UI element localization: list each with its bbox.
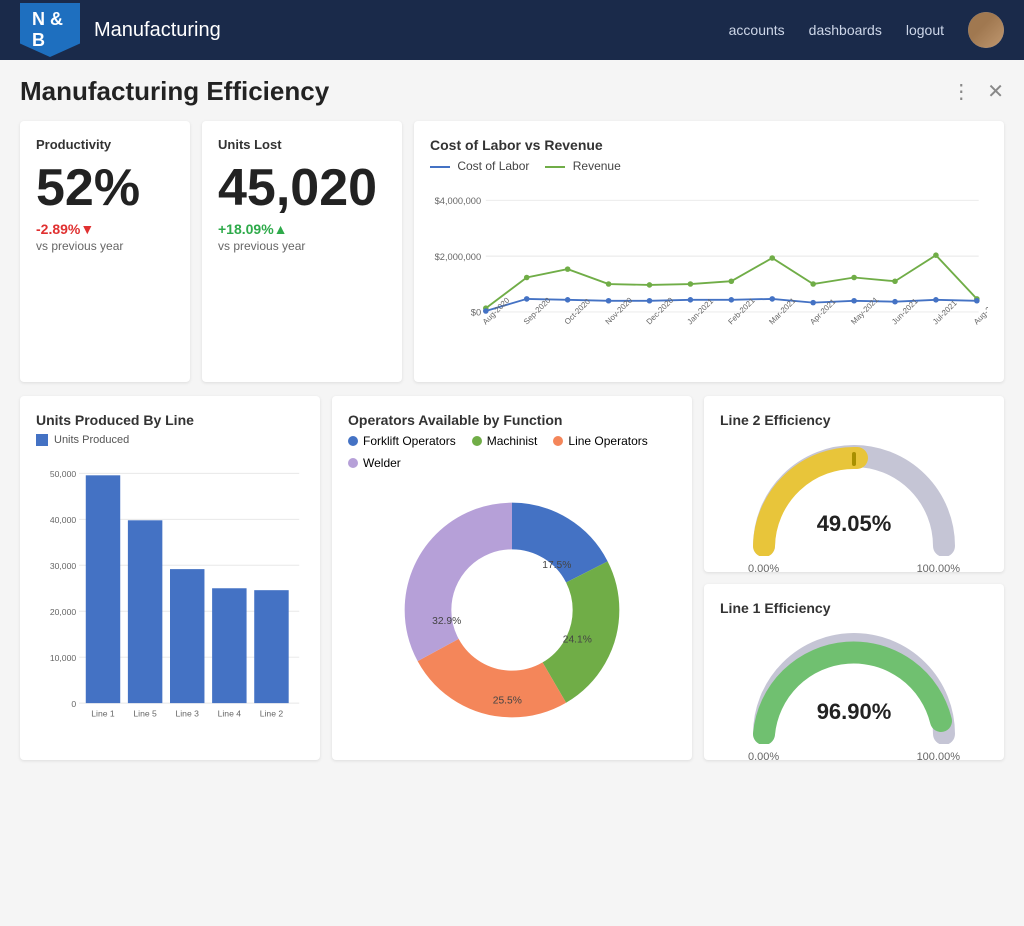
page-actions: ⋮ ✕ [951,79,1004,104]
donut-chart-card: Operators Available by Function Forklift… [332,396,692,760]
svg-text:Line 4: Line 4 [218,709,242,719]
more-icon[interactable]: ⋮ [951,79,971,104]
nav-accounts[interactable]: accounts [729,22,785,38]
line2-gauge-labels: 0.00% 100.00% [744,563,964,575]
line2-gauge-svg: 49.05% [744,436,964,556]
logo-badge: N & B [20,3,80,57]
bar-chart-svg: 50,000 40,000 30,000 20,000 10,000 0 [36,454,304,734]
productivity-value: 52% [36,160,174,217]
svg-text:49.05%: 49.05% [817,511,892,536]
donut-chart-title: Operators Available by Function [348,412,676,428]
bar-chart-legend: Units Produced [36,434,304,446]
units-lost-change: +18.09%▲ [218,221,386,237]
cost-chart-legend: Cost of Labor Revenue [430,159,988,173]
page-title: Manufacturing Efficiency [20,76,951,107]
donut-legend-line-operators: Line Operators [553,434,647,448]
bottom-row: Units Produced By Line Units Produced 50… [20,396,1004,760]
nav-dashboards[interactable]: dashboards [809,22,882,38]
cost-chart-title: Cost of Labor vs Revenue [430,137,988,153]
productivity-change: -2.89%▼ [36,221,174,237]
line2-gauge-title: Line 2 Efficiency [720,412,988,428]
svg-text:Line 5: Line 5 [133,709,157,719]
svg-text:17.5%: 17.5% [542,560,571,571]
donut-svg: 17.5% 24.1% 25.5% 32.9% [372,470,652,750]
bar-chart-title: Units Produced By Line [36,412,304,428]
main-content: Manufacturing Efficiency ⋮ ✕ Productivit… [0,60,1024,776]
close-icon[interactable]: ✕ [987,79,1004,104]
units-lost-vs: vs previous year [218,239,386,253]
line1-gauge-card: Line 1 Efficiency 96.90% 0.00% 100.00% [704,584,1004,760]
units-lost-value: 45,020 [218,160,386,217]
svg-text:40,000: 40,000 [50,515,77,525]
donut-legend: Forklift Operators Machinist Line Operat… [348,434,676,470]
svg-text:$4,000,000: $4,000,000 [435,196,482,206]
page-header: Manufacturing Efficiency ⋮ ✕ [20,76,1004,107]
donut-legend-welder: Welder [348,456,401,470]
svg-text:Line 1: Line 1 [91,709,115,719]
gauges-column: Line 2 Efficiency 49.05% 0.00% [704,396,1004,760]
svg-text:$0: $0 [471,308,481,318]
user-avatar[interactable] [968,12,1004,48]
header: N & B Manufacturing accounts dashboards … [0,0,1024,60]
line1-gauge-title: Line 1 Efficiency [720,600,988,616]
nav-logout[interactable]: logout [906,22,944,38]
legend-cost-label: Cost of Labor [457,159,529,173]
svg-text:24.1%: 24.1% [563,635,592,646]
bar-chart-card: Units Produced By Line Units Produced 50… [20,396,320,760]
svg-text:$2,000,000: $2,000,000 [435,252,482,262]
line1-gauge-svg: 96.90% [744,624,964,744]
productivity-label: Productivity [36,137,174,152]
svg-text:Jul-2021: Jul-2021 [931,299,959,327]
top-row: Productivity 52% -2.89%▼ vs previous yea… [20,121,1004,382]
donut-legend-forklift: Forklift Operators [348,434,456,448]
productivity-vs: vs previous year [36,239,174,253]
svg-text:10,000: 10,000 [50,653,77,663]
units-lost-label: Units Lost [218,137,386,152]
svg-text:96.90%: 96.90% [817,699,892,724]
line1-gauge-labels: 0.00% 100.00% [744,751,964,763]
svg-text:0: 0 [71,699,76,709]
units-lost-card: Units Lost 45,020 +18.09%▲ vs previous y… [202,121,402,382]
cost-chart-card: Cost of Labor vs Revenue Cost of Labor R… [414,121,1004,382]
svg-text:20,000: 20,000 [50,607,77,617]
header-nav: accounts dashboards logout [729,12,1004,48]
svg-text:Line 3: Line 3 [175,709,199,719]
app-title: Manufacturing [94,19,729,42]
donut-legend-machinist: Machinist [472,434,538,448]
svg-text:25.5%: 25.5% [493,695,522,706]
line2-gauge-card: Line 2 Efficiency 49.05% 0.00% [704,396,1004,572]
svg-text:32.9%: 32.9% [432,616,461,627]
line-chart-svg: $4,000,000 $2,000,000 $0 [430,181,988,361]
svg-text:30,000: 30,000 [50,561,77,571]
svg-text:50,000: 50,000 [50,469,77,479]
productivity-card: Productivity 52% -2.89%▼ vs previous yea… [20,121,190,382]
svg-text:Line 2: Line 2 [260,709,284,719]
legend-revenue-label: Revenue [573,159,621,173]
logo-text: N & B [32,9,68,51]
